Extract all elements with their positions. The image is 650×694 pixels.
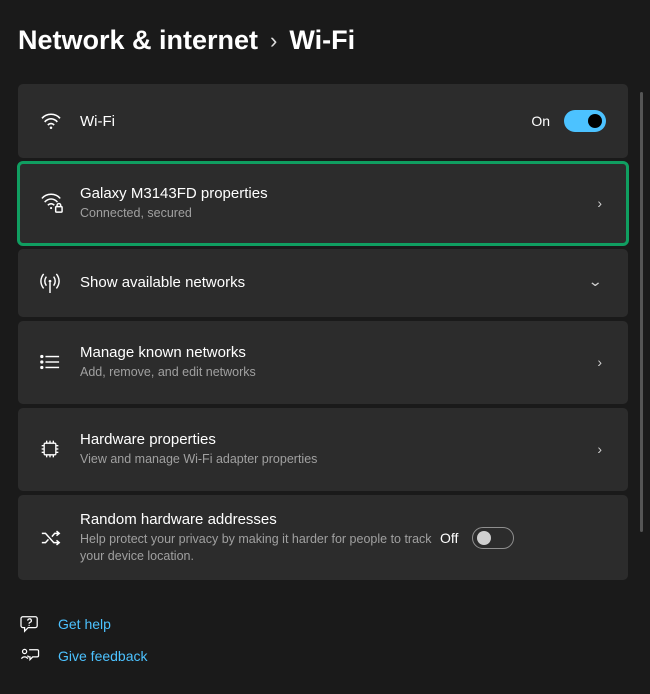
network-properties-subtitle: Connected, secured xyxy=(80,205,597,222)
antenna-icon xyxy=(40,272,80,294)
random-mac-state-text: Off xyxy=(440,530,458,546)
random-mac-subtitle: Help protect your privacy by making it h… xyxy=(80,531,440,565)
get-help-label: Get help xyxy=(58,616,111,632)
give-feedback-label: Give feedback xyxy=(58,648,148,664)
chevron-right-icon: › xyxy=(270,28,277,54)
network-properties-title: Galaxy M3143FD properties xyxy=(80,185,597,202)
show-available-title: Show available networks xyxy=(80,274,590,291)
wifi-secured-icon xyxy=(40,192,80,214)
random-mac-title: Random hardware addresses xyxy=(80,511,440,528)
wifi-toggle-state-text: On xyxy=(531,113,550,129)
wifi-icon xyxy=(40,112,80,130)
manage-known-title: Manage known networks xyxy=(80,344,597,361)
help-icon xyxy=(20,615,44,633)
chip-icon xyxy=(40,439,80,459)
random-hardware-addresses-row[interactable]: Random hardware addresses Help protect y… xyxy=(18,495,628,581)
chevron-right-icon: › xyxy=(597,195,606,211)
chevron-right-icon: › xyxy=(597,441,606,457)
manage-known-subtitle: Add, remove, and edit networks xyxy=(80,364,597,381)
get-help-link[interactable]: Get help xyxy=(18,608,628,640)
hardware-properties-subtitle: View and manage Wi-Fi adapter properties xyxy=(80,451,597,468)
hardware-properties-title: Hardware properties xyxy=(80,431,597,448)
wifi-network-properties-row[interactable]: Galaxy M3143FD properties Connected, sec… xyxy=(18,162,628,245)
wifi-toggle-row[interactable]: Wi-Fi On xyxy=(18,84,628,158)
list-icon xyxy=(40,354,80,370)
give-feedback-link[interactable]: Give feedback xyxy=(18,640,628,672)
manage-known-networks-row[interactable]: Manage known networks Add, remove, and e… xyxy=(18,321,628,404)
scrollbar[interactable] xyxy=(640,92,643,532)
breadcrumb-parent[interactable]: Network & internet xyxy=(18,25,258,56)
breadcrumb-current: Wi-Fi xyxy=(289,25,355,56)
wifi-toggle-label: Wi-Fi xyxy=(80,113,531,130)
random-mac-toggle-switch[interactable] xyxy=(472,527,514,549)
wifi-toggle-switch[interactable] xyxy=(564,110,606,132)
breadcrumb: Network & internet › Wi-Fi xyxy=(18,25,628,56)
feedback-icon xyxy=(20,647,44,665)
shuffle-icon xyxy=(40,529,80,547)
show-available-networks-row[interactable]: Show available networks ⌄ xyxy=(18,249,628,317)
hardware-properties-row[interactable]: Hardware properties View and manage Wi-F… xyxy=(18,408,628,491)
chevron-right-icon: › xyxy=(597,354,606,370)
chevron-down-icon: ⌄ xyxy=(588,273,608,290)
